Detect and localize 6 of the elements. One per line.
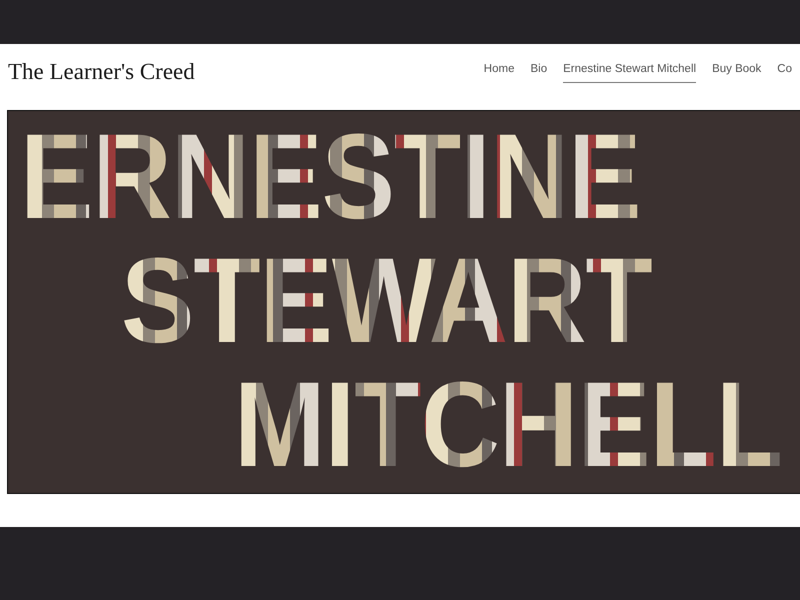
nav-link[interactable]: Buy Book (712, 61, 762, 83)
nav-link[interactable]: Bio (530, 61, 548, 83)
nav-link[interactable]: Home (484, 61, 514, 83)
nav-link[interactable]: Co (777, 61, 792, 83)
nav-link[interactable]: Ernestine Stewart Mitchell (563, 61, 696, 83)
site-title: The Learner's Creed (7, 58, 195, 86)
